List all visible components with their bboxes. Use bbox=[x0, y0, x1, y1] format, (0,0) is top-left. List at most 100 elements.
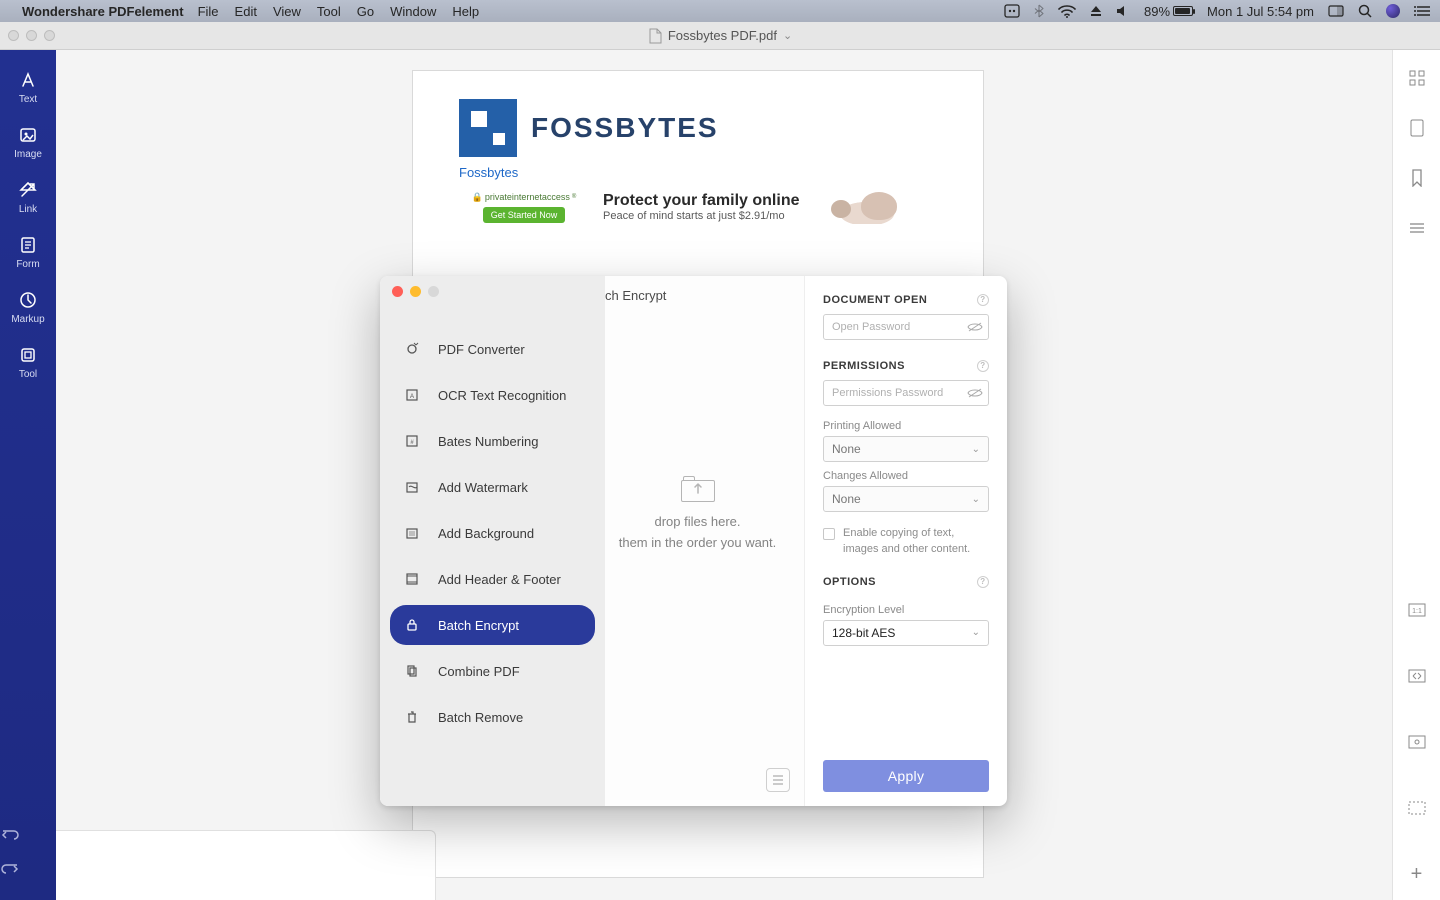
sidebar-label: Text bbox=[0, 94, 56, 105]
sidebar-label: Image bbox=[0, 149, 56, 160]
grid-view-icon[interactable] bbox=[1407, 68, 1427, 88]
sidebar-item-image[interactable]: Image bbox=[0, 117, 56, 172]
sidebar-label: Tool bbox=[0, 369, 56, 380]
volume-icon[interactable] bbox=[1116, 5, 1130, 17]
sidebar-item-form[interactable]: Form bbox=[0, 227, 56, 282]
eye-off-icon[interactable] bbox=[967, 387, 983, 399]
apply-button[interactable]: Apply bbox=[823, 760, 989, 792]
section-options: OPTIONS bbox=[823, 576, 876, 588]
printing-allowed-select[interactable]: None⌄ bbox=[823, 436, 989, 462]
redo-button[interactable] bbox=[0, 852, 56, 886]
menu-list-icon[interactable] bbox=[1414, 5, 1430, 17]
ad-headline: Protect your family online bbox=[603, 192, 799, 210]
tool-item-batch-encrypt[interactable]: Batch Encrypt bbox=[390, 605, 595, 645]
tool-item-add-background[interactable]: Add Background bbox=[390, 513, 595, 553]
left-sidebar: Text Image Link Form Markup Tool bbox=[0, 50, 56, 900]
sidebar-item-link[interactable]: Link bbox=[0, 172, 56, 227]
open-password-input[interactable] bbox=[823, 314, 989, 340]
changes-allowed-select[interactable]: None⌄ bbox=[823, 486, 989, 512]
modal-title-fragment: ch Encrypt bbox=[605, 288, 666, 303]
modal-min-button[interactable] bbox=[410, 286, 421, 297]
menu-help[interactable]: Help bbox=[452, 4, 479, 19]
chevron-down-icon: ⌄ bbox=[972, 494, 980, 505]
tool-item-add-header-footer[interactable]: Add Header & Footer bbox=[390, 559, 595, 599]
fullscreen-icon[interactable] bbox=[1407, 798, 1427, 818]
sidebar-item-text[interactable]: Text bbox=[0, 62, 56, 117]
info-icon[interactable]: ? bbox=[977, 294, 989, 306]
tool-icon bbox=[404, 617, 420, 633]
tool-icon bbox=[0, 345, 56, 365]
window-title-text: Fossbytes PDF.pdf bbox=[668, 28, 777, 43]
tool-label: Batch Encrypt bbox=[438, 618, 519, 633]
info-icon[interactable]: ? bbox=[977, 360, 989, 372]
brand-link[interactable]: Fossbytes bbox=[459, 165, 937, 180]
menu-window[interactable]: Window bbox=[390, 4, 436, 19]
eject-icon[interactable] bbox=[1090, 5, 1102, 17]
wifi-icon[interactable] bbox=[1058, 5, 1076, 18]
window-min-dot[interactable] bbox=[26, 30, 37, 41]
window-zoom-dot[interactable] bbox=[44, 30, 55, 41]
sidebar-label: Link bbox=[0, 204, 56, 215]
modal-close-button[interactable] bbox=[392, 286, 403, 297]
chevron-down-icon[interactable]: ⌄ bbox=[783, 29, 792, 42]
permissions-password-input[interactable] bbox=[823, 380, 989, 406]
eye-off-icon[interactable] bbox=[967, 321, 983, 333]
control-icon[interactable] bbox=[1328, 5, 1344, 17]
sidebar-item-markup[interactable]: Markup bbox=[0, 282, 56, 337]
app-name[interactable]: Wondershare PDFelement bbox=[22, 4, 184, 19]
svg-text:#: # bbox=[410, 440, 414, 446]
logo-mark-icon bbox=[459, 99, 517, 157]
tool-item-pdf-converter[interactable]: PDF Converter bbox=[390, 329, 595, 369]
undo-button[interactable] bbox=[0, 818, 56, 852]
tool-item-bates-numbering[interactable]: #Bates Numbering bbox=[390, 421, 595, 461]
info-icon[interactable]: ? bbox=[977, 576, 989, 588]
tool-item-add-watermark[interactable]: Add Watermark bbox=[390, 467, 595, 507]
enable-copying-checkbox[interactable] bbox=[823, 528, 835, 540]
siri-icon[interactable] bbox=[1386, 4, 1400, 18]
list-view-toggle[interactable] bbox=[766, 768, 790, 792]
modal-drop-area[interactable]: ch Encrypt drop files here. them in the … bbox=[605, 276, 805, 806]
datetime[interactable]: Mon 1 Jul 5:54 pm bbox=[1207, 4, 1314, 19]
bluetooth-icon[interactable] bbox=[1034, 4, 1044, 18]
add-icon[interactable]: + bbox=[1407, 864, 1427, 884]
modal-zoom-button[interactable] bbox=[428, 286, 439, 297]
tool-label: Batch Remove bbox=[438, 710, 523, 725]
page-icon[interactable] bbox=[1407, 118, 1427, 138]
menu-tool[interactable]: Tool bbox=[317, 4, 341, 19]
tool-icon bbox=[404, 479, 420, 495]
lines-icon[interactable] bbox=[1407, 218, 1427, 238]
menu-view[interactable]: View bbox=[273, 4, 301, 19]
get-started-button[interactable]: Get Started Now bbox=[483, 207, 566, 223]
bookmark-icon[interactable] bbox=[1407, 168, 1427, 188]
menu-file[interactable]: File bbox=[198, 4, 219, 19]
sidebar-item-tool[interactable]: Tool bbox=[0, 337, 56, 392]
encryption-level-label: Encryption Level bbox=[823, 604, 989, 616]
tray-app-icon[interactable] bbox=[1004, 4, 1020, 18]
spotlight-icon[interactable] bbox=[1358, 4, 1372, 18]
window-title[interactable]: Fossbytes PDF.pdf ⌄ bbox=[648, 28, 792, 44]
tool-item-batch-remove[interactable]: Batch Remove bbox=[390, 697, 595, 737]
menu-go[interactable]: Go bbox=[357, 4, 374, 19]
svg-text:A: A bbox=[410, 394, 414, 400]
window-close-dot[interactable] bbox=[8, 30, 19, 41]
svg-text:1:1: 1:1 bbox=[1412, 608, 1422, 615]
section-permissions: PERMISSIONS bbox=[823, 360, 905, 372]
section-document-open: DOCUMENT OPEN bbox=[823, 294, 927, 306]
tool-item-ocr-text-recognition[interactable]: AOCR Text Recognition bbox=[390, 375, 595, 415]
menu-edit[interactable]: Edit bbox=[235, 4, 257, 19]
tool-item-combine-pdf[interactable]: Combine PDF bbox=[390, 651, 595, 691]
pdf-file-icon bbox=[648, 28, 662, 44]
encryption-level-select[interactable]: 128-bit AES⌄ bbox=[823, 620, 989, 646]
pia-badge: 🔒privateinternetaccess® bbox=[459, 192, 589, 203]
upload-folder-icon bbox=[681, 476, 715, 502]
sidebar-label: Form bbox=[0, 259, 56, 270]
fit-page-icon[interactable] bbox=[1407, 666, 1427, 686]
tool-icon bbox=[404, 525, 420, 541]
fit-width-icon[interactable]: 1:1 bbox=[1407, 600, 1427, 620]
markup-icon bbox=[0, 290, 56, 310]
battery-status[interactable]: 89% bbox=[1144, 4, 1193, 19]
brand-logo: FOSSBYTES bbox=[459, 99, 937, 157]
enable-copying-label: Enable copying of text, images and other… bbox=[843, 526, 989, 558]
zoom-icon[interactable] bbox=[1407, 732, 1427, 752]
chevron-down-icon: ⌄ bbox=[972, 627, 980, 638]
